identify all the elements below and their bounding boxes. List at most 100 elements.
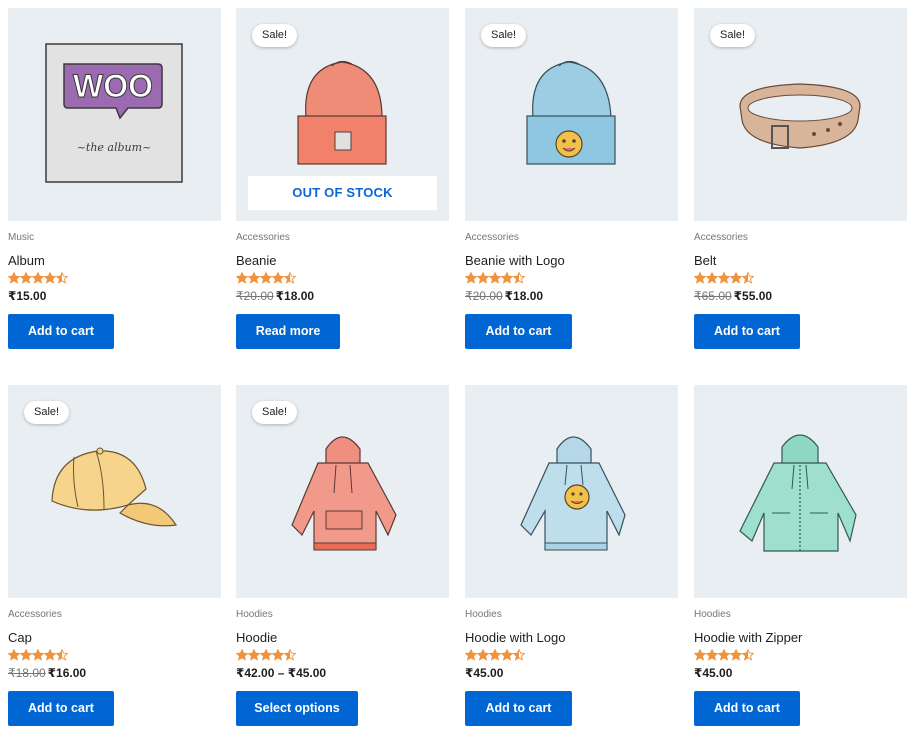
star-icon <box>742 272 754 284</box>
price-current: ₹45.00 <box>465 666 504 680</box>
star-icon <box>730 272 742 284</box>
star-icon <box>742 649 754 661</box>
product-card-hoodie-with-logo: Hoodies Hoodie with Logo ₹45.00 Add to c… <box>465 385 678 726</box>
price-current: ₹42.00 – ₹45.00 <box>236 666 327 680</box>
star-icon <box>8 272 20 284</box>
product-category[interactable]: Hoodies <box>694 609 907 621</box>
product-image-cap[interactable]: Sale! <box>8 385 221 598</box>
product-image-belt[interactable]: Sale! <box>694 8 907 221</box>
star-icon <box>44 272 56 284</box>
product-card-album: WOO ~the album~ Music Album ₹15.00 Add t… <box>8 8 221 349</box>
album-subtitle: ~the album~ <box>77 141 152 154</box>
star-icon <box>20 272 32 284</box>
product-image-album[interactable]: WOO ~the album~ <box>8 8 221 221</box>
product-title[interactable]: Belt <box>694 253 907 269</box>
product-image-hoodie[interactable]: Sale! <box>236 385 449 598</box>
product-title[interactable]: Cap <box>8 630 221 646</box>
product-image-beanie-with-logo[interactable]: Sale! <box>465 8 678 221</box>
star-icon <box>718 272 730 284</box>
rating-stars <box>694 649 907 663</box>
star-icon <box>513 649 525 661</box>
product-price: ₹18.00 ₹16.00 <box>8 666 221 680</box>
star-icon <box>32 649 44 661</box>
product-category[interactable]: Music <box>8 232 221 244</box>
price-current: ₹18.00 <box>275 289 315 303</box>
product-category[interactable]: Hoodies <box>465 609 678 621</box>
star-icon <box>730 649 742 661</box>
add-to-cart-button[interactable]: Add to cart <box>8 314 114 349</box>
star-icon <box>284 272 296 284</box>
product-price: ₹45.00 <box>694 666 907 680</box>
price-current: ₹15.00 <box>8 289 47 303</box>
product-price: ₹20.00 ₹18.00 <box>465 289 678 303</box>
product-title[interactable]: Hoodie <box>236 630 449 646</box>
product-category[interactable]: Hoodies <box>236 609 449 621</box>
star-icon <box>272 649 284 661</box>
product-title[interactable]: Hoodie with Zipper <box>694 630 907 646</box>
product-card-beanie-with-logo: Sale! Accessories Beanie with Logo ₹20.0… <box>465 8 678 349</box>
star-icon <box>56 272 68 284</box>
star-icon <box>56 649 68 661</box>
rating-stars <box>8 649 221 663</box>
product-category[interactable]: Accessories <box>465 232 678 244</box>
read-more-button[interactable]: Read more <box>236 314 340 349</box>
price-original: ₹65.00 <box>694 289 732 303</box>
star-icon <box>489 649 501 661</box>
product-image-beanie[interactable]: Sale! OUT OF STOCK <box>236 8 449 221</box>
rating-stars <box>465 649 678 663</box>
star-icon <box>706 272 718 284</box>
price-original: ₹20.00 <box>465 289 503 303</box>
star-icon <box>465 272 477 284</box>
star-icon <box>501 272 513 284</box>
rating-stars <box>236 272 449 286</box>
add-to-cart-button[interactable]: Add to cart <box>465 691 572 726</box>
rating-stars <box>694 272 907 286</box>
rating-stars <box>465 272 678 286</box>
star-icon <box>477 649 489 661</box>
sale-badge: Sale! <box>252 401 298 424</box>
star-icon <box>477 272 489 284</box>
product-category[interactable]: Accessories <box>236 232 449 244</box>
add-to-cart-button[interactable]: Add to cart <box>8 691 114 726</box>
sale-badge: Sale! <box>252 24 298 47</box>
price-current: ₹55.00 <box>733 289 773 303</box>
rating-stars <box>236 649 449 663</box>
star-icon <box>236 649 248 661</box>
product-image-hoodie-with-zipper[interactable] <box>694 385 907 598</box>
product-image-hoodie-with-logo[interactable] <box>465 385 678 598</box>
price-current: ₹45.00 <box>694 666 733 680</box>
add-to-cart-button[interactable]: Add to cart <box>465 314 572 349</box>
sale-badge: Sale! <box>710 24 756 47</box>
sale-badge: Sale! <box>481 24 527 47</box>
product-price: ₹42.00 – ₹45.00 <box>236 666 449 680</box>
star-icon <box>44 649 56 661</box>
star-icon <box>236 272 248 284</box>
product-title[interactable]: Hoodie with Logo <box>465 630 678 646</box>
product-title[interactable]: Beanie with Logo <box>465 253 678 269</box>
star-icon <box>20 649 32 661</box>
sale-badge: Sale! <box>24 401 70 424</box>
price-original: ₹18.00 <box>8 666 46 680</box>
price-current: ₹16.00 <box>47 666 87 680</box>
select-options-button[interactable]: Select options <box>236 691 358 726</box>
star-icon <box>513 272 525 284</box>
album-icon: WOO ~the album~ <box>45 43 183 183</box>
star-icon <box>501 649 513 661</box>
product-card-hoodie: Sale! Hoodies Hoodie ₹42.00 – ₹45.00 Sel… <box>236 385 449 726</box>
star-icon <box>8 649 20 661</box>
add-to-cart-button[interactable]: Add to cart <box>694 691 800 726</box>
star-icon <box>272 272 284 284</box>
hoodie-logo-icon <box>520 436 626 551</box>
price-current: ₹18.00 <box>504 289 544 303</box>
star-icon <box>248 649 260 661</box>
out-of-stock-label: OUT OF STOCK <box>248 176 437 210</box>
product-title[interactable]: Album <box>8 253 221 269</box>
star-icon <box>248 272 260 284</box>
product-price: ₹15.00 <box>8 289 221 303</box>
add-to-cart-button[interactable]: Add to cart <box>694 314 800 349</box>
product-title[interactable]: Beanie <box>236 253 449 269</box>
product-category[interactable]: Accessories <box>694 232 907 244</box>
product-category[interactable]: Accessories <box>8 609 221 621</box>
star-icon <box>718 649 730 661</box>
rating-stars <box>8 272 221 286</box>
